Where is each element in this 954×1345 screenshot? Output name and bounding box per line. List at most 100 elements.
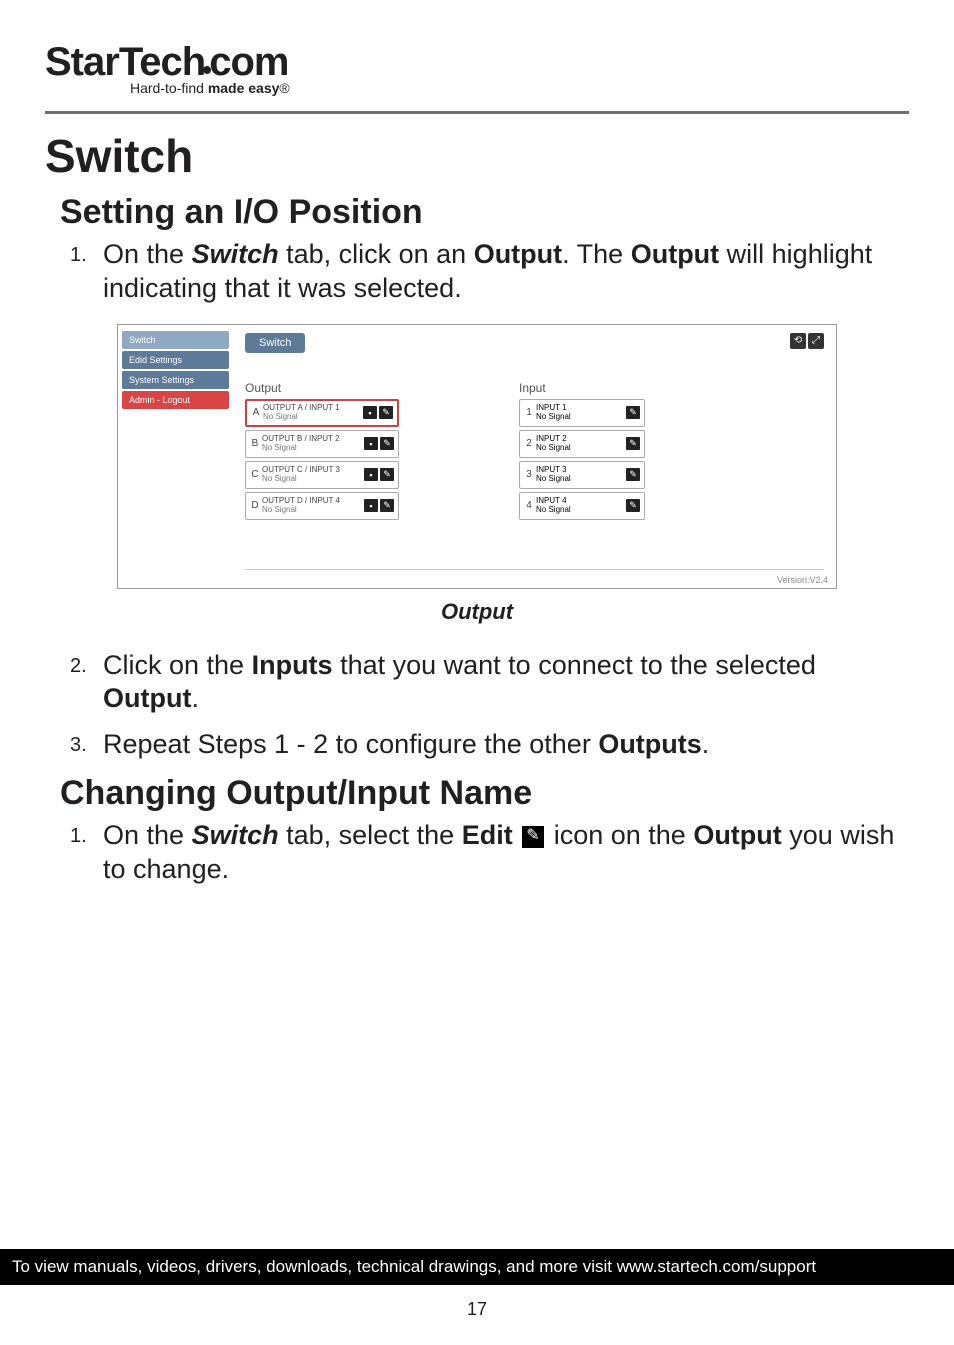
step2-mid: that you want to connect to the selected xyxy=(333,650,816,680)
camera-icon[interactable]: ▪ xyxy=(363,406,377,419)
output-text-c: OUTPUT C / INPUT 3 No Signal xyxy=(262,466,362,484)
top-icon-1[interactable]: ⟲ xyxy=(790,333,806,349)
step2-suffix: . xyxy=(191,683,199,713)
input-header: Input xyxy=(519,381,645,395)
output-line2-b: No Signal xyxy=(262,444,362,453)
sidebar-item-switch[interactable]: Switch xyxy=(122,331,229,349)
tagline-prefix: Hard-to-find xyxy=(130,80,208,96)
input-line2-4: No Signal xyxy=(536,506,626,515)
logo: StarTechcom xyxy=(45,40,909,85)
input-num-2: 2 xyxy=(522,438,536,449)
camera-icon[interactable]: ▪ xyxy=(364,468,378,481)
output-letter-a: A xyxy=(249,407,263,418)
steps-list-1b: Click on the Inputs that you want to con… xyxy=(70,649,909,762)
input-row-1[interactable]: 1 INPUT 1 No Signal ✎ xyxy=(519,399,645,427)
output-line2-d: No Signal xyxy=(262,506,362,515)
edit-icon[interactable]: ✎ xyxy=(379,406,393,419)
switch-pill: Switch xyxy=(245,333,305,353)
edit-icon[interactable]: ✎ xyxy=(626,468,640,481)
step1-mid: tab, click on an xyxy=(279,239,474,269)
input-row-2[interactable]: 2 INPUT 2 No Signal ✎ xyxy=(519,430,645,458)
sidebar-item-system[interactable]: System Settings xyxy=(122,371,229,389)
input-row-3[interactable]: 3 INPUT 3 No Signal ✎ xyxy=(519,461,645,489)
output-icons-c: ▪ ✎ xyxy=(364,468,394,481)
output-letter-c: C xyxy=(248,469,262,480)
output-text-a: OUTPUT A / INPUT 1 No Signal xyxy=(263,404,363,422)
footer-bar: To view manuals, videos, drivers, downlo… xyxy=(0,1249,954,1285)
input-text-3: INPUT 3 No Signal xyxy=(536,466,626,484)
step3-outputs: Outputs xyxy=(598,729,701,759)
output-header: Output xyxy=(245,381,399,395)
input-line2-3: No Signal xyxy=(536,475,626,484)
s2step1-edit: Edit xyxy=(462,820,513,850)
sidebar: Switch Edid Settings System Settings Adm… xyxy=(118,325,233,588)
output-text-d: OUTPUT D / INPUT 4 No Signal xyxy=(262,497,362,515)
input-num-1: 1 xyxy=(522,407,536,418)
section-heading-1: Setting an I/O Position xyxy=(60,193,909,232)
top-icons: ⟲ ⤢ xyxy=(790,333,824,353)
sidebar-item-logout[interactable]: Admin - Logout xyxy=(122,391,229,409)
panel-top: Switch ⟲ ⤢ xyxy=(245,333,824,353)
edit-icon[interactable]: ✎ xyxy=(626,437,640,450)
input-row-4[interactable]: 4 INPUT 4 No Signal ✎ xyxy=(519,492,645,520)
output-line2-c: No Signal xyxy=(262,475,362,484)
input-num-4: 4 xyxy=(522,500,536,511)
input-icons-1: ✎ xyxy=(626,406,640,419)
step-2: Click on the Inputs that you want to con… xyxy=(70,649,909,717)
screenshot: Switch Edid Settings System Settings Adm… xyxy=(117,324,837,589)
s2step1-mid: tab, select the xyxy=(279,820,462,850)
output-icons-d: ▪ ✎ xyxy=(364,499,394,512)
page-title: Switch xyxy=(45,129,909,183)
output-text-b: OUTPUT B / INPUT 2 No Signal xyxy=(262,435,362,453)
step-1: On the Switch tab, click on an Output. T… xyxy=(70,238,909,306)
steps-list-1: On the Switch tab, click on an Output. T… xyxy=(70,238,909,306)
output-row-c[interactable]: C OUTPUT C / INPUT 3 No Signal ▪ ✎ xyxy=(245,461,399,489)
s2step1-output: Output xyxy=(693,820,781,850)
panel-divider xyxy=(245,569,824,570)
tagline: Hard-to-find made easy® xyxy=(130,80,909,96)
s2step1-mid2: icon on the xyxy=(546,820,693,850)
section-heading-2: Changing Output/Input Name xyxy=(60,774,909,813)
tagline-suffix: ® xyxy=(279,80,289,96)
input-text-1: INPUT 1 No Signal xyxy=(536,404,626,422)
input-num-3: 3 xyxy=(522,469,536,480)
edit-icon[interactable]: ✎ xyxy=(380,468,394,481)
camera-icon[interactable]: ▪ xyxy=(364,499,378,512)
input-column: Input 1 INPUT 1 No Signal ✎ 2 xyxy=(519,381,645,523)
output-line2-a: No Signal xyxy=(263,413,363,422)
step1-output: Output xyxy=(474,239,562,269)
sidebar-item-edid[interactable]: Edid Settings xyxy=(122,351,229,369)
input-text-2: INPUT 2 No Signal xyxy=(536,435,626,453)
page-number: 17 xyxy=(0,1299,954,1320)
top-icon-2[interactable]: ⤢ xyxy=(808,333,824,349)
figure-caption: Output xyxy=(45,599,909,625)
step2-output: Output xyxy=(103,683,191,713)
output-icons-a: ▪ ✎ xyxy=(363,406,393,419)
edit-icon[interactable]: ✎ xyxy=(380,437,394,450)
input-text-4: INPUT 4 No Signal xyxy=(536,497,626,515)
input-icons-2: ✎ xyxy=(626,437,640,450)
edit-icon[interactable]: ✎ xyxy=(626,406,640,419)
step2-text: Click on the xyxy=(103,650,252,680)
main-panel: Switch ⟲ ⤢ Output A OUTPUT A / INPUT 1 N… xyxy=(233,325,836,588)
camera-icon[interactable]: ▪ xyxy=(364,437,378,450)
edit-icon[interactable]: ✎ xyxy=(380,499,394,512)
input-line2-2: No Signal xyxy=(536,444,626,453)
s2step1-switch: Switch xyxy=(192,820,279,850)
edit-icon-inline xyxy=(522,826,544,848)
step3-suffix: . xyxy=(702,729,710,759)
tagline-bold: made easy xyxy=(208,80,280,96)
s2step1-text: On the xyxy=(103,820,192,850)
output-row-b[interactable]: B OUTPUT B / INPUT 2 No Signal ▪ ✎ xyxy=(245,430,399,458)
logo-part2: com xyxy=(209,40,288,84)
output-row-a[interactable]: A OUTPUT A / INPUT 1 No Signal ▪ ✎ xyxy=(245,399,399,427)
columns: Output A OUTPUT A / INPUT 1 No Signal ▪ … xyxy=(245,381,824,523)
input-icons-4: ✎ xyxy=(626,499,640,512)
step2-inputs: Inputs xyxy=(252,650,333,680)
edit-icon[interactable]: ✎ xyxy=(626,499,640,512)
output-row-d[interactable]: D OUTPUT D / INPUT 4 No Signal ▪ ✎ xyxy=(245,492,399,520)
output-letter-d: D xyxy=(248,500,262,511)
divider xyxy=(45,111,909,114)
logo-area: StarTechcom Hard-to-find made easy® xyxy=(45,40,909,96)
screenshot-container: Switch Edid Settings System Settings Adm… xyxy=(117,324,837,589)
